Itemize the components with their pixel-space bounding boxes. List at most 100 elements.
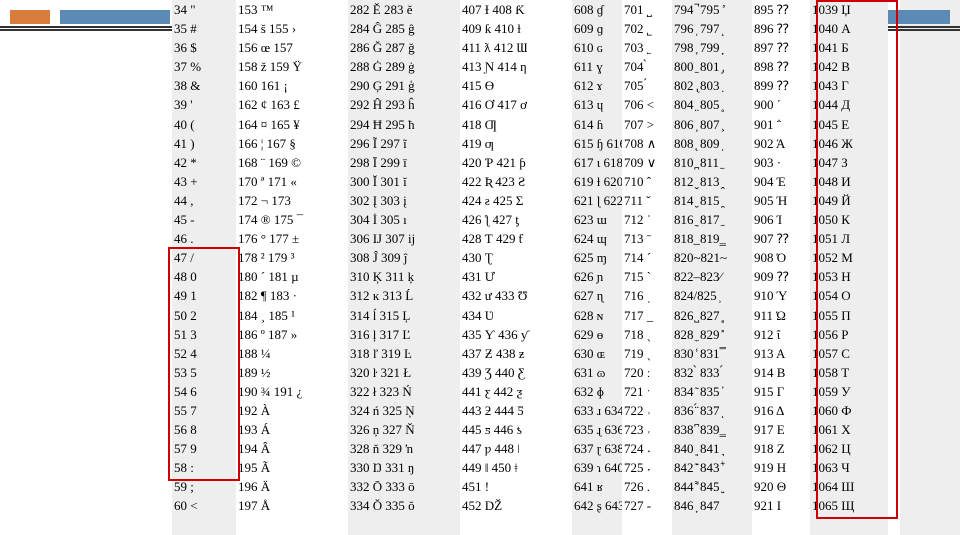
cell: 1053 Н <box>810 267 888 286</box>
cell: 437 Ƶ 438 ƶ <box>460 344 572 363</box>
cell: 912 ΐ <box>752 325 810 344</box>
cell: 306 Ĳ 307 ĳ <box>348 229 460 248</box>
cell: 39 ' <box>172 95 236 114</box>
cell: 56 8 <box>172 420 236 439</box>
cell: 288 Ġ 289 ġ <box>348 57 460 76</box>
cell: 186 º 187 » <box>236 325 348 344</box>
cell: 324 ń 325 Ņ <box>348 401 460 420</box>
cell: 903 · <box>752 153 810 172</box>
cell: 34 " <box>172 0 236 19</box>
cell: 38 & <box>172 76 236 95</box>
cell: 826 ̺ 827 ̻ <box>672 306 752 325</box>
cell: 57 9 <box>172 439 236 458</box>
cell: 627 ɳ <box>572 286 622 305</box>
cell: 796 ̜ 797 ̝ <box>672 19 752 38</box>
cell: 632 ɸ <box>572 382 622 401</box>
cell: 426 ƪ 427 ƫ <box>460 210 572 229</box>
column-c2: 282 Ě 283 ě284 Ĝ 285 ĝ286 Ğ 287 ğ288 Ġ 2… <box>348 0 460 535</box>
cell: 158 ž 159 Ÿ <box>236 57 348 76</box>
cell: 166 ¦ 167 § <box>236 134 348 153</box>
cell: 711 ˇ <box>622 191 672 210</box>
cell: 1039 Џ <box>810 0 888 19</box>
unicode-codepage-table: 34 "35 #36 $37 %38 &39 '40 (41 )42 *43 +… <box>172 0 892 535</box>
cell: 808 ̨ 809 ̩ <box>672 134 752 153</box>
cell: 725 ˕ <box>622 458 672 477</box>
cell: 196 Ä <box>236 477 348 496</box>
cell: 1061 Х <box>810 420 888 439</box>
cell: 917 Ε <box>752 420 810 439</box>
cell: 629 ɵ <box>572 325 622 344</box>
cell: 1047 З <box>810 153 888 172</box>
cell: 160 161 ¡ <box>236 76 348 95</box>
cell: 916 Δ <box>752 401 810 420</box>
cell: 420 Ƥ 421 ƥ <box>460 153 572 172</box>
cell: 182 ¶ 183 · <box>236 286 348 305</box>
cell: 164 ¤ 165 ¥ <box>236 115 348 134</box>
cell: 310 Ķ 311 ķ <box>348 267 460 286</box>
cell: 906 Ί <box>752 210 810 229</box>
cell: 623 ɯ <box>572 210 622 229</box>
cell: 631 ɷ <box>572 363 622 382</box>
cell: 1042 В <box>810 57 888 76</box>
cell: 35 # <box>172 19 236 38</box>
cell: 718 ˎ <box>622 325 672 344</box>
cell: 447 ƿ 448 ǀ <box>460 439 572 458</box>
column-c5: 701 ˽702 ˾703 ˿704 ̀705 ́706 <707 >708 ∧… <box>622 0 672 535</box>
cell: 802 ̢ 803 ̣ <box>672 76 752 95</box>
cell: 59 ; <box>172 477 236 496</box>
cell: 710 ˆ <box>622 172 672 191</box>
cell: 834 ͂ 835 ̓ <box>672 382 752 401</box>
cell: 51 3 <box>172 325 236 344</box>
cell: 286 Ğ 287 ğ <box>348 38 460 57</box>
cell: 308 Ĵ 309 ĵ <box>348 248 460 267</box>
cell: 909 ⁇ <box>752 267 810 286</box>
cell: 178 ² 179 ³ <box>236 248 348 267</box>
cell: 635 ɻ 636 ɼ <box>572 420 622 439</box>
cell: 413 Ɲ 414 ƞ <box>460 57 572 76</box>
cell: 445 ƽ 446 ƾ <box>460 420 572 439</box>
cell: 415 Ɵ <box>460 76 572 95</box>
cell: 292 Ĥ 293 ĥ <box>348 95 460 114</box>
cell: 712 ˈ <box>622 210 672 229</box>
cell: 913 Α <box>752 344 810 363</box>
cell: 50 2 <box>172 306 236 325</box>
cell: 812 ̬ 813 ̭ <box>672 172 752 191</box>
cell: 844 ͌ 845 ͍ <box>672 477 752 496</box>
cell: 609 ɡ <box>572 19 622 38</box>
cell: 443 ƻ 444 Ƽ <box>460 401 572 420</box>
cell: 42 * <box>172 153 236 172</box>
cell: 902 Ά <box>752 134 810 153</box>
cell: 706 < <box>622 95 672 114</box>
cell: 300 Ĭ 301 ĭ <box>348 172 460 191</box>
cell: 619 ɫ 620 ɬ <box>572 172 622 191</box>
column-c6: 794 ̚ 795 ̛796 ̜ 797 ̝798 ̞ 799 ̟800 ̠ 8… <box>672 0 752 535</box>
cell: 723 ˓ <box>622 420 672 439</box>
cell: 804 ̤ 805 ̥ <box>672 95 752 114</box>
cell: 719 ˏ <box>622 344 672 363</box>
cell: 176 ° 177 ± <box>236 229 348 248</box>
cell: 1045 Е <box>810 115 888 134</box>
cell: 628 ɴ <box>572 306 622 325</box>
cell: 915 Γ <box>752 382 810 401</box>
cell: 904 Έ <box>752 172 810 191</box>
cell: 824/825 ̹ <box>672 286 752 305</box>
cell: 156 œ 157 <box>236 38 348 57</box>
cell: 914 Β <box>752 363 810 382</box>
cell: 312 ĸ 313 Ĺ <box>348 286 460 305</box>
cell: 1043 Г <box>810 76 888 95</box>
cell: 294 Ħ 295 ħ <box>348 115 460 134</box>
cell: 905 Ή <box>752 191 810 210</box>
column-c4: 608 ɠ609 ɡ610 ɢ611 ɣ612 ɤ613 ɥ614 ɦ615 ɧ… <box>572 0 622 535</box>
cell: 1051 Л <box>810 229 888 248</box>
cell: 1054 О <box>810 286 888 305</box>
cell: 314 ĺ 315 Ļ <box>348 306 460 325</box>
cell: 828 ̼ 829 ̽ <box>672 325 752 344</box>
cell: 705 ́ <box>622 76 672 95</box>
cell: 621 ɭ 622 ɮ <box>572 191 622 210</box>
cell: 1049 Й <box>810 191 888 210</box>
cell: 435 Ƴ 436 ƴ <box>460 325 572 344</box>
cell: 298 Ī 299 ī <box>348 153 460 172</box>
cell: 810 ̪ 811 ̫ <box>672 153 752 172</box>
cell: 641 ʁ <box>572 477 622 496</box>
cell: 170 ª 171 « <box>236 172 348 191</box>
